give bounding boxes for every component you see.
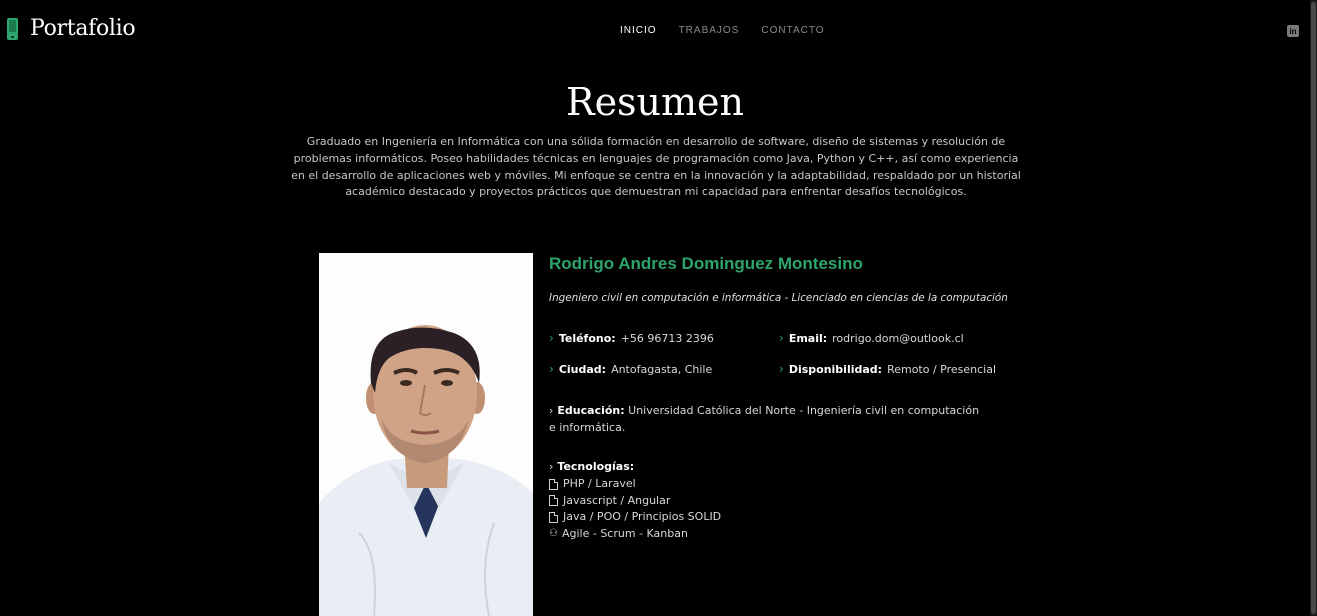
tech-label: Agile - Scrum - Kanban: [561, 527, 688, 541]
nav-inicio[interactable]: INICIO: [620, 25, 657, 36]
profile-name: Rodrigo Andres Dominguez Montesino: [549, 254, 863, 273]
tech-label: Javascript / Angular: [563, 493, 671, 507]
email-value[interactable]: rodrigo.dom@outlook.cl: [832, 332, 964, 345]
ciudad-value: Antofagasta, Chile: [611, 363, 713, 376]
tech-label: Java / POO / Principios SOLID: [563, 510, 722, 524]
scrollbar[interactable]: [1310, 0, 1317, 616]
main-nav: INICIO TRABAJOS CONTACTO: [620, 25, 825, 36]
scrollbar-thumb[interactable]: [1311, 2, 1316, 614]
brand-name: Portafolio: [30, 16, 136, 41]
site-header: Portafolio INICIO TRABAJOS CONTACTO in: [0, 0, 1310, 64]
section-title: Resumen: [565, 80, 745, 124]
info-educacion: › Educación: Universidad Católica del Nor…: [549, 403, 989, 436]
info-email: › Email: rodrigo.dom@outlook.cl: [779, 331, 964, 345]
chevron-right-icon: ›: [549, 362, 554, 376]
file-code-icon: [549, 495, 558, 507]
tech-label: PHP / Laravel: [563, 476, 636, 490]
disponibilidad-label: Disponibilidad:: [788, 363, 883, 376]
phone-icon: [7, 17, 18, 40]
tecnologias-label: Tecnologías:: [557, 460, 635, 473]
nav-trabajos[interactable]: TRABAJOS: [679, 25, 740, 36]
chevron-right-icon: ›: [779, 331, 784, 345]
file-code-icon: [549, 512, 558, 524]
chevron-right-icon: ›: [549, 404, 554, 417]
chevron-right-icon: ›: [549, 331, 554, 345]
chevron-right-icon: ›: [549, 460, 554, 473]
profile-subtitle: Ingeniero civil en computación e informá…: [549, 292, 1008, 304]
educacion-label: Educación:: [557, 404, 625, 417]
nav-contacto[interactable]: CONTACTO: [761, 25, 824, 36]
list-item: PHP / Laravel: [549, 476, 721, 493]
telefono-value: +56 96713 2396: [620, 332, 714, 345]
file-code-icon: [549, 478, 558, 490]
list-item: Javascript / Angular: [549, 493, 721, 510]
disponibilidad-value: Remoto / Presencial: [887, 363, 997, 376]
summary-text: Graduado en Ingeniería en Informática co…: [291, 135, 1021, 199]
info-ciudad: › Ciudad: Antofagasta, Chile: [549, 362, 712, 376]
brand-logo[interactable]: Portafolio: [7, 16, 136, 41]
list-item: ⚇ Agile - Scrum - Kanban: [549, 526, 721, 543]
people-icon: ⚇: [549, 528, 558, 540]
ciudad-label: Ciudad:: [558, 363, 607, 376]
info-telefono: › Teléfono: +56 96713 2396: [549, 331, 714, 345]
linkedin-icon[interactable]: in: [1287, 25, 1299, 37]
email-label: Email:: [788, 332, 828, 345]
list-item: Java / POO / Principios SOLID: [549, 509, 721, 526]
portrait-image: [319, 253, 533, 616]
info-tecnologias: › Tecnologías: PHP / Laravel Javascript /…: [549, 459, 721, 543]
profile-photo: [319, 253, 533, 616]
chevron-right-icon: ›: [779, 362, 784, 376]
telefono-label: Teléfono:: [558, 332, 616, 345]
info-disponibilidad: › Disponibilidad: Remoto / Presencial: [779, 362, 996, 376]
